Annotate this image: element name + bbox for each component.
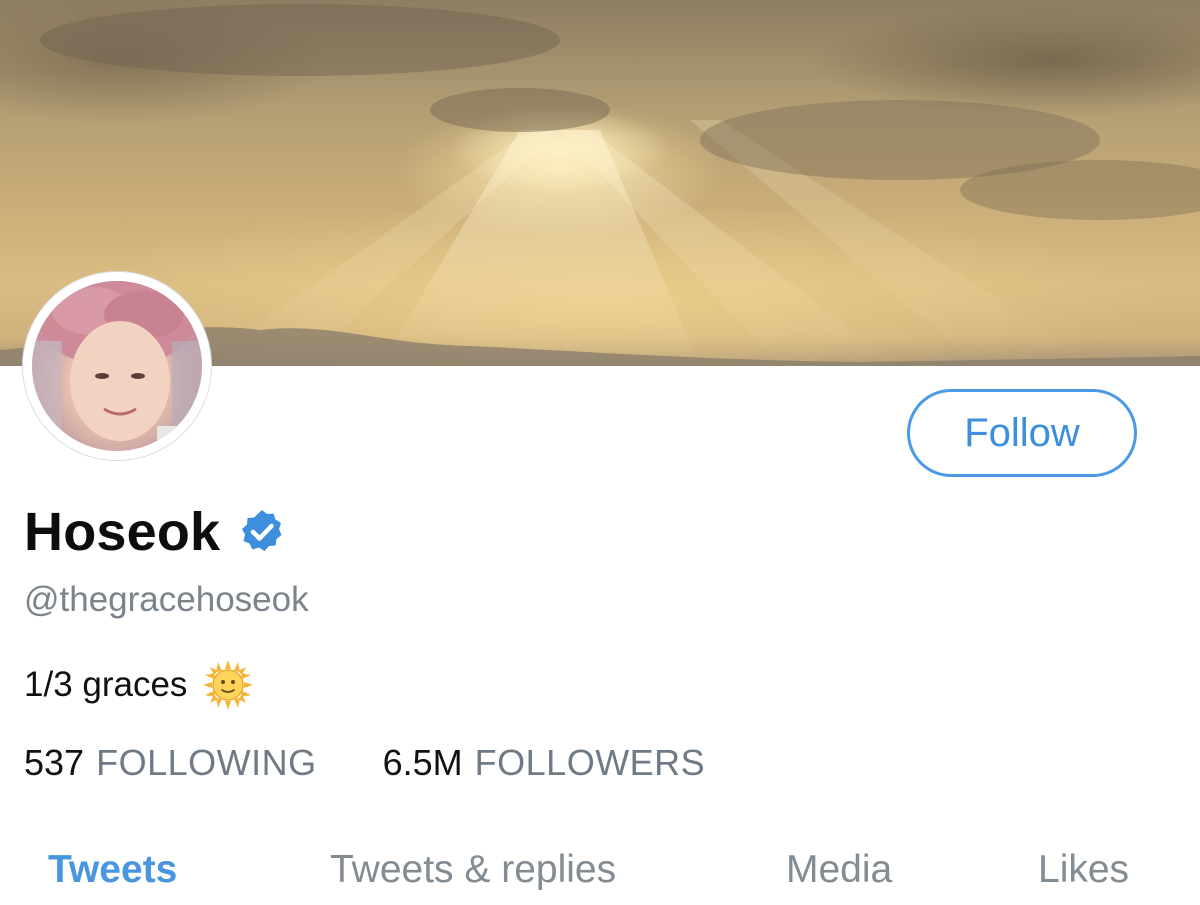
tab-likes[interactable]: Likes xyxy=(1038,848,1129,892)
followers-stat[interactable]: 6.5M FOLLOWERS xyxy=(383,742,706,784)
following-count: 537 xyxy=(24,742,85,783)
display-name: Hoseok xyxy=(24,502,221,562)
following-stat[interactable]: 537 FOLLOWING xyxy=(24,742,317,784)
profile-handle: @thegracehoseok xyxy=(24,580,309,619)
avatar[interactable] xyxy=(32,281,202,451)
profile-tabs: Tweets Tweets & replies Media Likes xyxy=(0,848,1200,905)
avatar-frame[interactable] xyxy=(23,272,211,460)
profile-name-row: Hoseok xyxy=(24,500,286,564)
followers-label: FOLLOWERS xyxy=(474,742,706,783)
avatar-photo xyxy=(32,281,202,451)
followers-count: 6.5M xyxy=(382,742,463,783)
tab-tweets-and-replies[interactable]: Tweets & replies xyxy=(330,848,616,892)
tab-tweets[interactable]: Tweets xyxy=(48,848,177,892)
bio-text: 1/3 graces xyxy=(24,665,188,704)
tab-media[interactable]: Media xyxy=(786,848,892,892)
profile-bio: 1/3 graces xyxy=(24,660,254,710)
verified-badge-icon xyxy=(242,510,282,551)
profile-stats: 537 FOLLOWING 6.5M FOLLOWERS xyxy=(24,742,705,784)
follow-button[interactable]: Follow xyxy=(907,389,1137,477)
sun-with-face-icon xyxy=(203,660,254,710)
following-label: FOLLOWING xyxy=(96,742,317,783)
